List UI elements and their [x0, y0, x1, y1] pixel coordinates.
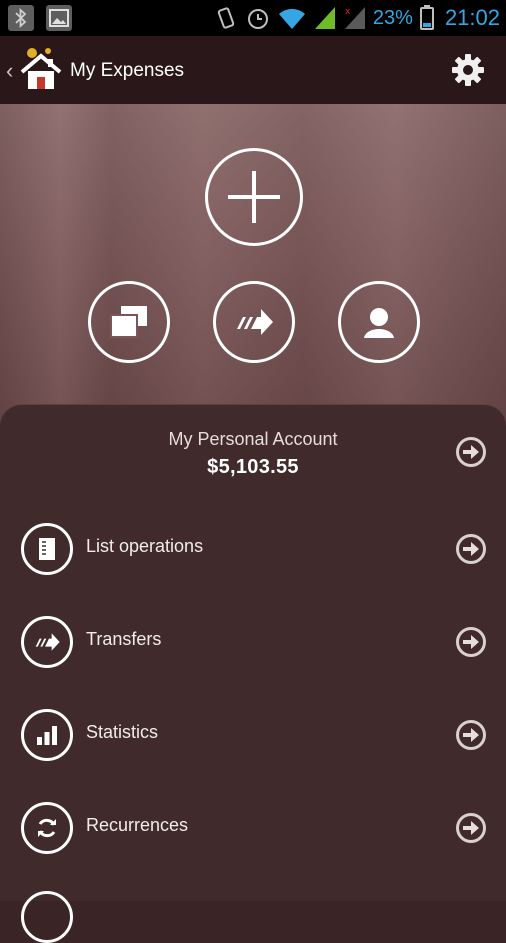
image-icon [46, 5, 72, 31]
arrow-right-icon [456, 627, 486, 657]
bar-chart-icon [21, 709, 73, 761]
account-balance: $5,103.55 [207, 456, 299, 478]
account-open-button[interactable] [456, 437, 486, 467]
menu-item-transfers[interactable]: Transfers [0, 594, 506, 687]
menu-item-label: Transfers [86, 629, 162, 649]
gear-icon[interactable] [450, 52, 486, 88]
battery-percent: 23% [372, 6, 413, 29]
wifi-icon [278, 8, 305, 29]
app-title: My Expenses [70, 60, 185, 81]
no-signal-icon: x [344, 7, 365, 29]
menu-item-label: List operations [86, 536, 204, 556]
action-bar: ‹ My Expenses [0, 36, 506, 105]
alarm-icon [247, 9, 268, 29]
transfer-arrow-icon [21, 616, 73, 668]
battery-icon [419, 5, 434, 30]
transfer-button[interactable] [213, 281, 295, 363]
add-icon [228, 171, 280, 223]
next-menu-item-icon[interactable] [21, 891, 73, 943]
vibrate-icon [217, 7, 235, 29]
menu-item-label: Statistics [86, 722, 159, 742]
clock: 21:02 [444, 5, 500, 30]
person-icon [364, 308, 394, 338]
status-notifications [8, 5, 72, 31]
duplicate-icon [110, 306, 147, 338]
arrow-right-icon [456, 720, 486, 750]
menu-item-recurrences[interactable]: Recurrences [0, 780, 506, 873]
status-bar: x 23% 21:02 [0, 0, 506, 36]
arrow-right-icon [456, 534, 486, 564]
refresh-icon [21, 802, 73, 854]
arrow-right-icon [463, 445, 479, 459]
bluetooth-icon [8, 5, 34, 31]
duplicate-button[interactable] [88, 281, 170, 363]
add-expense-button[interactable] [205, 148, 303, 246]
app-logo-icon[interactable] [18, 46, 64, 92]
signal-icon [314, 7, 335, 29]
menu-item-statistics[interactable]: Statistics [0, 687, 506, 780]
transfer-arrow-icon [237, 309, 273, 335]
person-button[interactable] [338, 281, 420, 363]
list-icon [21, 523, 73, 575]
menu-item-list-operations[interactable]: List operations [0, 501, 506, 594]
svg-text:x: x [345, 7, 351, 17]
account-name: My Personal Account [168, 429, 338, 449]
menu-item-label: Recurrences [86, 815, 189, 835]
back-chevron-icon[interactable]: ‹ [6, 58, 13, 84]
main-panel: My Personal Account $5,103.55 List opera… [0, 404, 506, 943]
status-indicators: x 23% 21:02 [213, 0, 500, 36]
arrow-right-icon [456, 813, 486, 843]
account-summary[interactable]: My Personal Account $5,103.55 [0, 429, 506, 479]
